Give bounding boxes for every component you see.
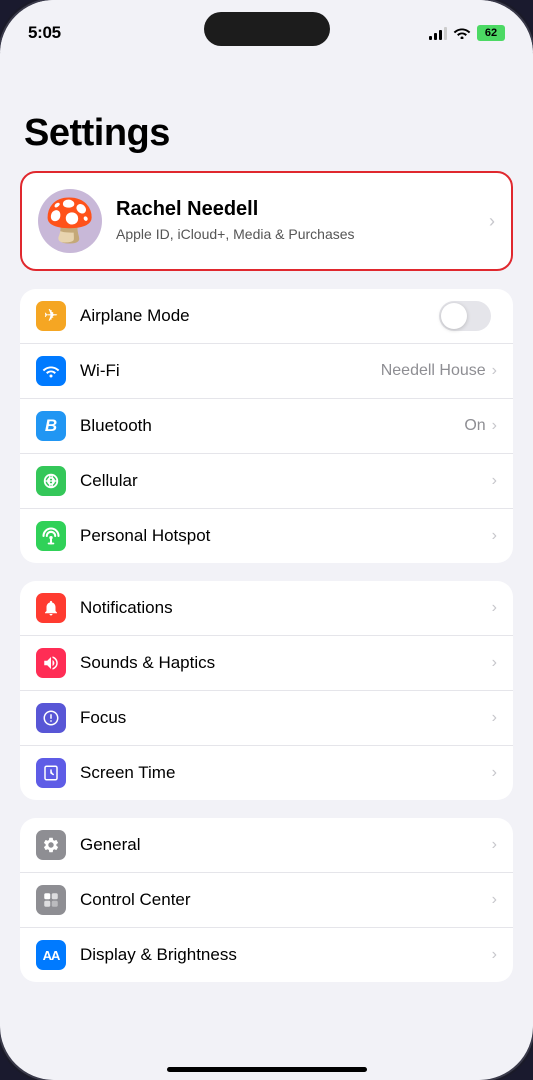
notifications-icon xyxy=(36,593,66,623)
general-row[interactable]: General › xyxy=(20,818,513,873)
wifi-status-icon xyxy=(453,25,471,42)
hotspot-row[interactable]: Personal Hotspot › xyxy=(20,509,513,563)
screen-time-chevron: › xyxy=(492,764,497,782)
bluetooth-value: On xyxy=(464,417,485,435)
focus-chevron: › xyxy=(492,709,497,727)
notifications-label: Notifications xyxy=(80,598,492,618)
wifi-row[interactable]: Wi-Fi Needell House › xyxy=(20,344,513,399)
profile-info: Rachel Needell Apple ID, iCloud+, Media … xyxy=(116,198,481,243)
signal-icon xyxy=(429,26,447,40)
wifi-chevron: › xyxy=(492,362,497,380)
phone-frame: 5:05 6 xyxy=(0,0,533,1080)
wifi-value: Needell House xyxy=(381,362,486,380)
focus-icon xyxy=(36,703,66,733)
cellular-row[interactable]: Cellular › xyxy=(20,454,513,509)
wifi-icon xyxy=(36,356,66,386)
airplane-mode-toggle[interactable] xyxy=(439,301,491,331)
notifications-group: Notifications › Sounds & Haptics › xyxy=(20,581,513,800)
bluetooth-icon: B xyxy=(36,411,66,441)
display-row[interactable]: AA Display & Brightness › xyxy=(20,928,513,982)
bluetooth-chevron: › xyxy=(492,417,497,435)
status-icons: 62 xyxy=(429,25,505,42)
bluetooth-label: Bluetooth xyxy=(80,416,464,436)
general-group: General › Control Center › xyxy=(20,818,513,982)
cellular-label: Cellular xyxy=(80,471,492,491)
notifications-row[interactable]: Notifications › xyxy=(20,581,513,636)
general-icon xyxy=(36,830,66,860)
focus-label: Focus xyxy=(80,708,492,728)
hotspot-label: Personal Hotspot xyxy=(80,526,492,546)
display-chevron: › xyxy=(492,946,497,964)
signal-bar-3 xyxy=(439,30,442,40)
hotspot-icon xyxy=(36,521,66,551)
airplane-mode-icon: ✈ xyxy=(36,301,66,331)
control-center-row[interactable]: Control Center › xyxy=(20,873,513,928)
airplane-mode-label: Airplane Mode xyxy=(80,306,439,326)
hotspot-chevron: › xyxy=(492,527,497,545)
profile-subtitle: Apple ID, iCloud+, Media & Purchases xyxy=(116,225,481,243)
toggle-knob xyxy=(441,303,467,329)
wifi-label: Wi-Fi xyxy=(80,361,381,381)
control-center-label: Control Center xyxy=(80,890,492,910)
general-chevron: › xyxy=(492,836,497,854)
airplane-mode-row[interactable]: ✈ Airplane Mode xyxy=(20,289,513,344)
screen-time-icon xyxy=(36,758,66,788)
connectivity-group: ✈ Airplane Mode xyxy=(20,289,513,563)
sounds-row[interactable]: Sounds & Haptics › xyxy=(20,636,513,691)
signal-bar-4 xyxy=(444,27,447,40)
general-label: General xyxy=(80,835,492,855)
cellular-icon xyxy=(36,466,66,496)
home-indicator xyxy=(167,1067,367,1072)
page-title: Settings xyxy=(20,104,513,171)
signal-bar-1 xyxy=(429,36,432,40)
avatar-emoji: 🍄 xyxy=(44,197,96,246)
display-icon: AA xyxy=(36,940,66,970)
sounds-chevron: › xyxy=(492,654,497,672)
phone-screen: 5:05 6 xyxy=(0,0,533,1080)
screen-time-row[interactable]: Screen Time › xyxy=(20,746,513,800)
status-time: 5:05 xyxy=(28,23,61,43)
control-center-icon xyxy=(36,885,66,915)
control-center-chevron: › xyxy=(492,891,497,909)
dynamic-island xyxy=(204,12,330,46)
avatar: 🍄 xyxy=(38,189,102,253)
notifications-chevron: › xyxy=(492,599,497,617)
profile-card[interactable]: 🍄 Rachel Needell Apple ID, iCloud+, Medi… xyxy=(20,171,513,271)
sounds-label: Sounds & Haptics xyxy=(80,653,492,673)
signal-bar-2 xyxy=(434,33,437,40)
cellular-chevron: › xyxy=(492,472,497,490)
sounds-icon xyxy=(36,648,66,678)
profile-name: Rachel Needell xyxy=(116,198,481,221)
display-label: Display & Brightness xyxy=(80,945,492,965)
battery-icon: 62 xyxy=(477,25,505,41)
screen-time-label: Screen Time xyxy=(80,763,492,783)
settings-content: Settings 🍄 Rachel Needell Apple ID, iClo… xyxy=(0,104,533,1080)
focus-row[interactable]: Focus › xyxy=(20,691,513,746)
bluetooth-row[interactable]: B Bluetooth On › xyxy=(20,399,513,454)
profile-chevron: › xyxy=(489,211,495,232)
